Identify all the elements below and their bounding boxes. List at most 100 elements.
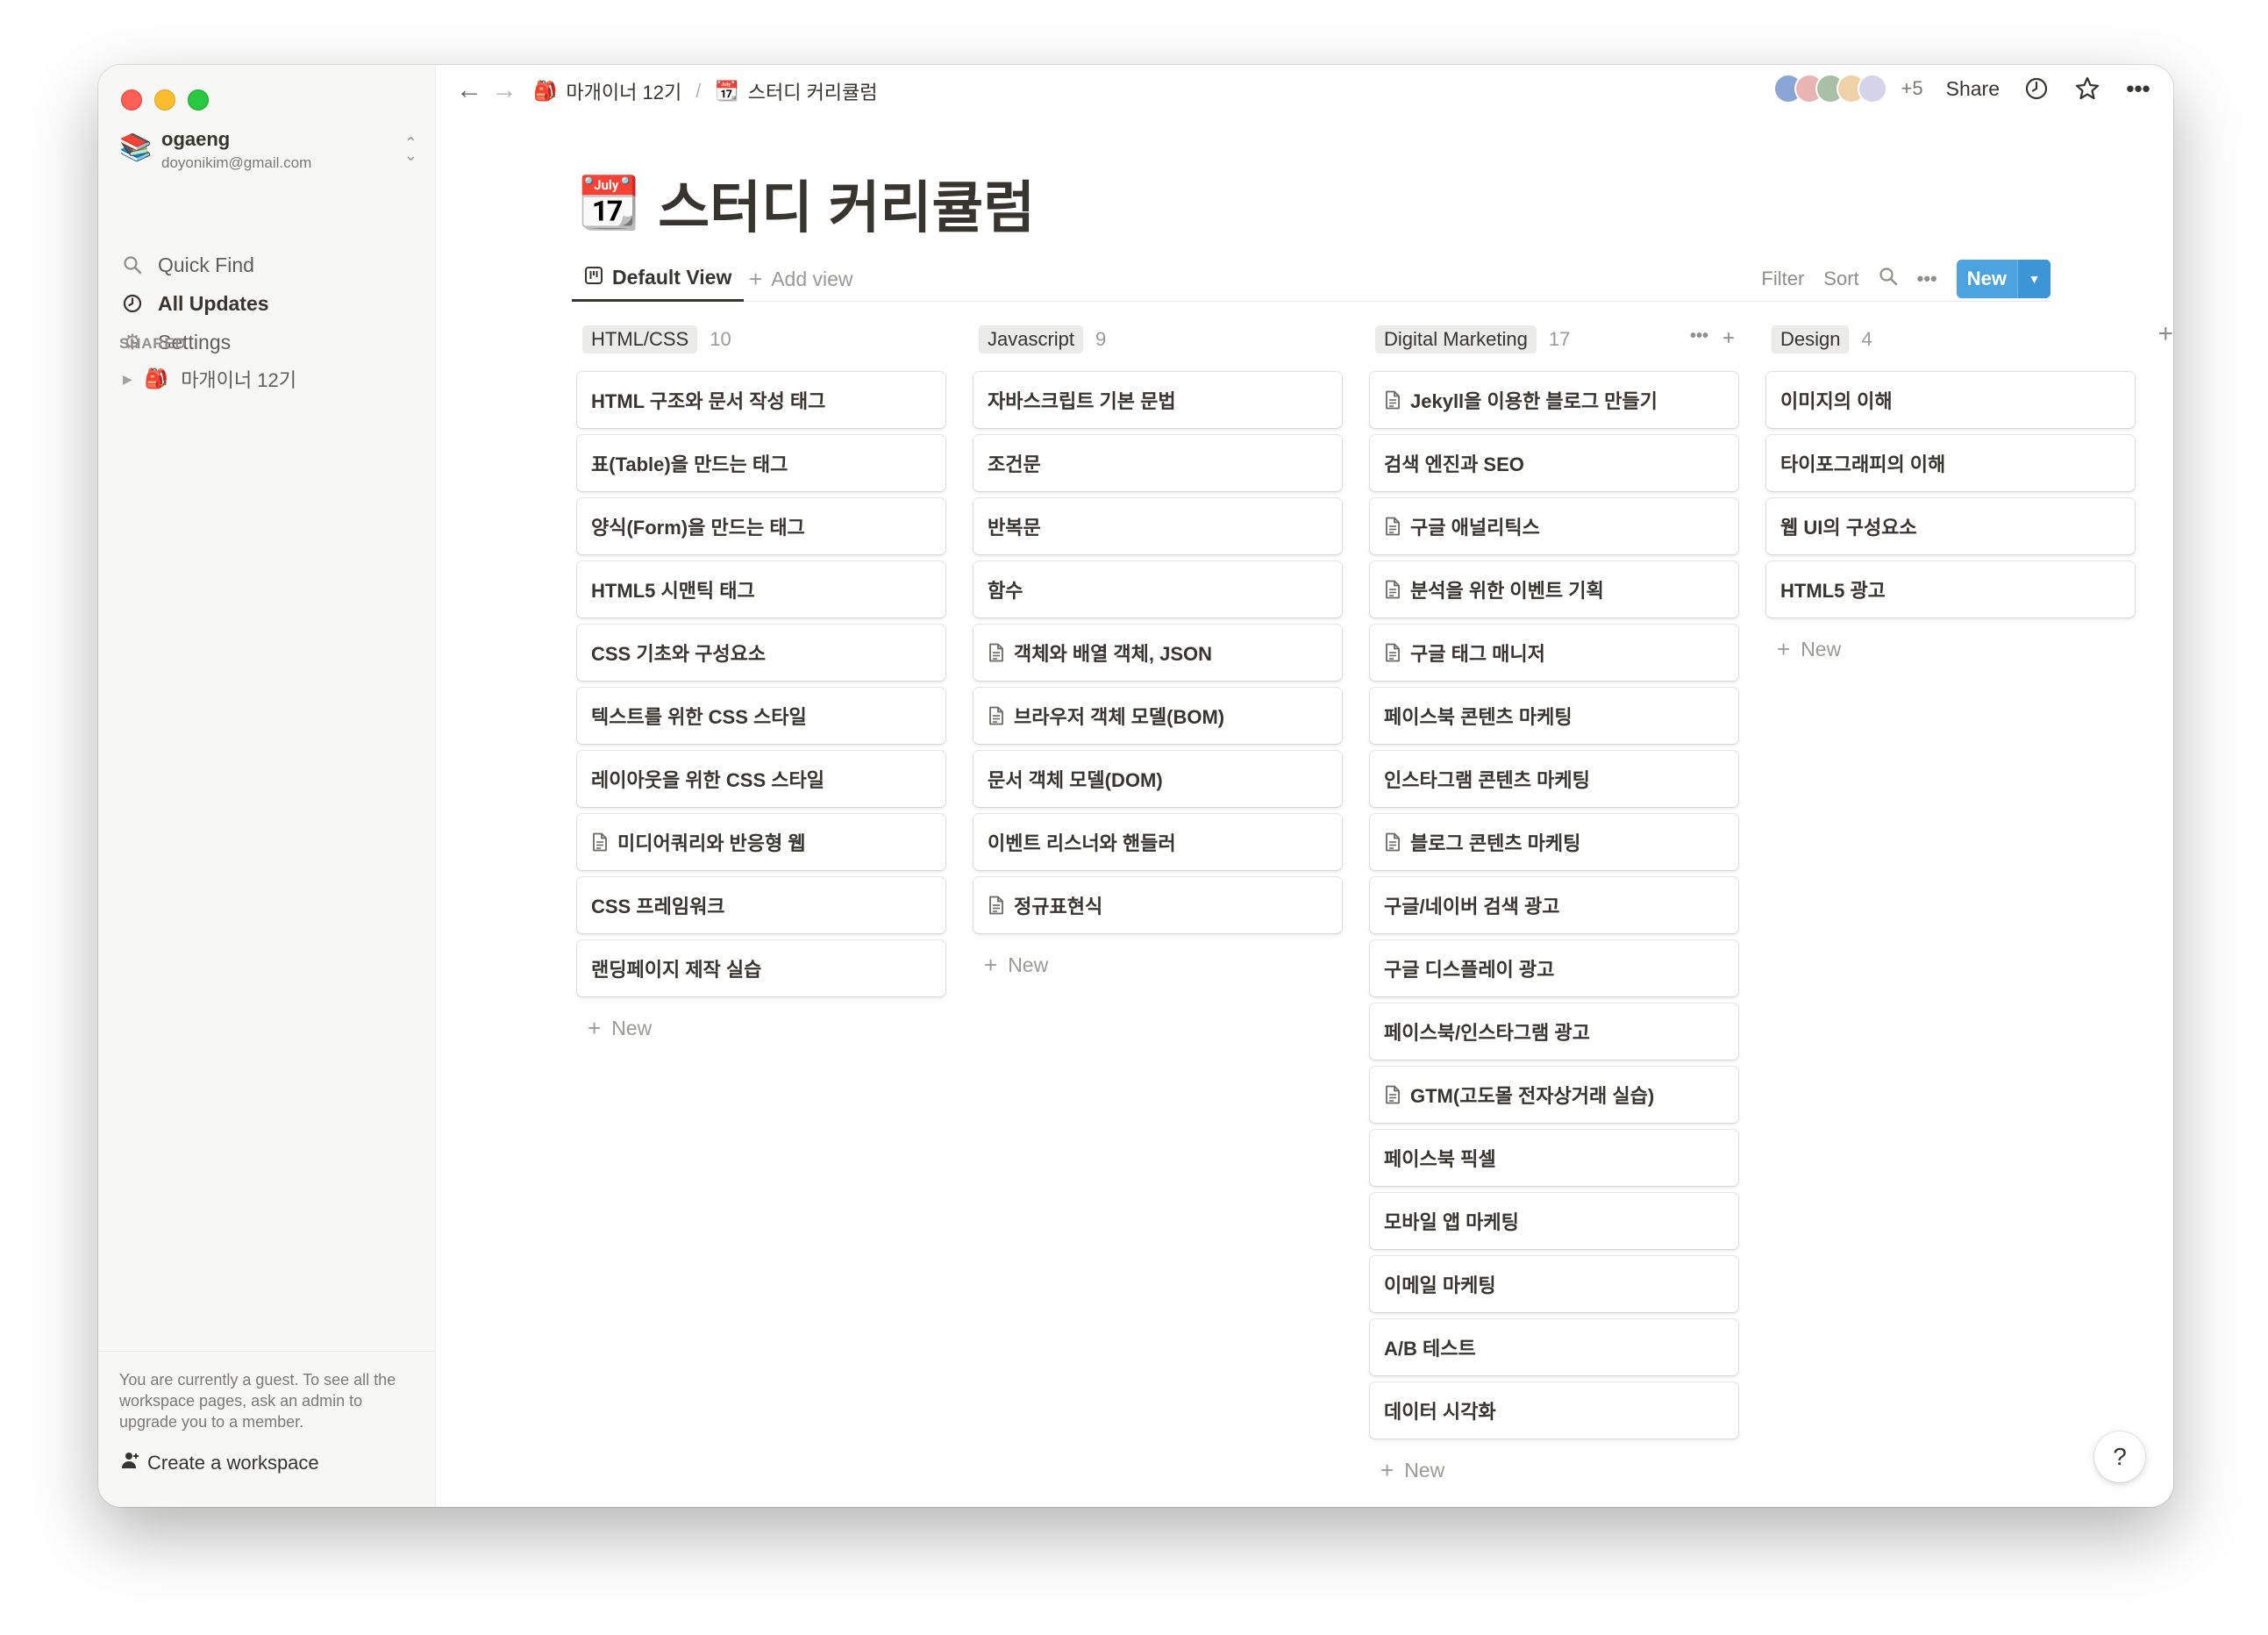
board-card[interactable]: 미디어쿼리와 반응형 웹 (577, 814, 945, 870)
column-name[interactable]: Digital Marketing (1375, 325, 1537, 353)
card-title: 브라우저 객체 모델(BOM) (1014, 706, 1225, 728)
board-card[interactable]: 페이스북 픽셀 (1370, 1130, 1738, 1186)
column-name[interactable]: HTML/CSS (582, 325, 698, 353)
board-card[interactable]: 모바일 앱 마케팅 (1370, 1193, 1738, 1249)
board-card[interactable]: HTML5 광고 (1766, 561, 2135, 618)
board-card[interactable]: 데이터 시각화 (1370, 1382, 1738, 1439)
board-card[interactable]: 웹 UI의 구성요소 (1766, 498, 2135, 554)
add-card-label: New (1801, 637, 1842, 660)
avatar-stack[interactable] (1772, 74, 1887, 104)
board-card[interactable]: 반복문 (974, 498, 1342, 554)
more-members-count[interactable]: +5 (1901, 77, 1923, 100)
more-icon[interactable]: ••• (1690, 326, 1708, 351)
board-card[interactable]: 페이스북/인스타그램 광고 (1370, 1003, 1738, 1060)
sidebar-item-all-updates[interactable]: All Updates (121, 288, 269, 319)
chevron-updown-icon[interactable]: ⌃ ⌄ (404, 135, 417, 163)
board-card[interactable]: 인스타그램 콘텐츠 마케팅 (1370, 751, 1738, 807)
history-icon[interactable] (2022, 75, 2050, 103)
board-card[interactable]: 양식(Form)을 만드는 태그 (577, 498, 945, 554)
board-card[interactable]: 구글 애널리틱스 (1370, 498, 1738, 554)
expand-triangle-icon[interactable]: ▶ (123, 372, 132, 387)
board-card[interactable]: 분석을 위한 이벤트 기획 (1370, 561, 1738, 618)
more-icon[interactable]: ••• (1917, 268, 1937, 290)
card-title: 이미지의 이해 (1780, 390, 1893, 412)
breadcrumb-item-workspace[interactable]: 마개이너 12기 (566, 77, 681, 105)
board-card[interactable]: 레이아웃을 위한 CSS 스타일 (577, 751, 945, 807)
board-card[interactable]: 텍스트를 위한 CSS 스타일 (577, 688, 945, 744)
add-card-button[interactable]: + New (974, 940, 1342, 989)
board-card[interactable]: 이미지의 이해 (1766, 372, 2135, 428)
maximize-window-button[interactable] (188, 89, 209, 111)
board-card[interactable]: HTML 구조와 문서 작성 태그 (577, 372, 945, 428)
card-title: 이벤트 리스너와 핸들러 (988, 832, 1176, 854)
add-card-button[interactable]: + New (577, 1003, 945, 1053)
sidebar-item-quick-find[interactable]: Quick Find (121, 249, 254, 281)
board-card[interactable]: CSS 프레임워크 (577, 877, 945, 933)
search-icon[interactable] (1879, 267, 1898, 291)
board-card[interactable]: 객체와 배열 객체, JSON (974, 625, 1342, 681)
column-name[interactable]: Javascript (979, 325, 1084, 353)
board-card[interactable]: 정규표현식 (974, 877, 1342, 933)
board-card[interactable]: 이벤트 리스너와 핸들러 (974, 814, 1342, 870)
board-card[interactable]: 조건문 (974, 435, 1342, 491)
breadcrumb-item-page[interactable]: 스터디 커리큘럼 (748, 77, 878, 105)
page-title[interactable]: 스터디 커리큘럼 (658, 163, 1035, 244)
sidebar-item-shared-page[interactable]: ▶ 🎒 마개이너 12기 (123, 363, 296, 395)
card-title: 미디어쿼리와 반응형 웹 (617, 832, 806, 854)
add-card-label: New (1008, 953, 1049, 976)
board-card[interactable]: GTM(고도몰 전자상거래 실습) (1370, 1067, 1738, 1123)
card-title: 자바스크립트 기본 문법 (988, 390, 1176, 412)
forward-arrow-icon[interactable]: → (491, 75, 517, 105)
board-card[interactable]: 표(Table)을 만드는 태그 (577, 435, 945, 491)
board-card[interactable]: 구글 디스플레이 광고 (1370, 940, 1738, 996)
board-card[interactable]: A/B 테스트 (1370, 1319, 1738, 1375)
card-title: CSS 기초와 구성요소 (591, 643, 767, 665)
add-group-plus-icon[interactable]: + (2157, 319, 2173, 349)
calendar-icon[interactable]: 📆 (577, 173, 640, 234)
sort-button[interactable]: Sort (1823, 268, 1858, 290)
column-name[interactable]: Design (1772, 325, 1850, 353)
card-title: 페이스북/인스타그램 광고 (1384, 1022, 1590, 1044)
board-card[interactable]: 함수 (974, 561, 1342, 618)
workspace-switcher[interactable]: 📚 ogaeng doyonikim@gmail.com ⌃ ⌄ (119, 125, 417, 174)
board-card[interactable]: 문서 객체 모델(DOM) (974, 751, 1342, 807)
document-icon (591, 832, 609, 852)
card-title: 페이스북 픽셀 (1384, 1148, 1496, 1170)
new-button-label[interactable]: New (1956, 260, 2017, 298)
close-window-button[interactable] (121, 89, 142, 111)
traffic-lights (121, 89, 209, 111)
add-card-label: New (1404, 1458, 1445, 1481)
new-record-button[interactable]: New ▼ (1956, 260, 2050, 298)
guest-notice-text: You are currently a guest. To see all th… (119, 1371, 396, 1431)
add-view-button[interactable]: + Add view (749, 256, 853, 302)
board-card[interactable]: 랜딩페이지 제작 실습 (577, 940, 945, 996)
star-icon[interactable] (2073, 75, 2101, 103)
board-card[interactable]: 타이포그래피의 이해 (1766, 435, 2135, 491)
add-card-button[interactable]: + New (1766, 625, 2135, 674)
add-card-button[interactable]: + New (1370, 1446, 1738, 1495)
board-card[interactable]: HTML5 시맨틱 태그 (577, 561, 945, 618)
board-card[interactable]: Jekyll을 이용한 블로그 만들기 (1370, 372, 1738, 428)
board-card[interactable]: 자바스크립트 기본 문법 (974, 372, 1342, 428)
more-icon[interactable]: ••• (2124, 75, 2152, 103)
create-workspace-button[interactable]: Create a workspace (119, 1450, 415, 1476)
board-card[interactable]: 이메일 마케팅 (1370, 1256, 1738, 1312)
board-card[interactable]: 페이스북 콘텐츠 마케팅 (1370, 688, 1738, 744)
minimize-window-button[interactable] (154, 89, 175, 111)
board-card[interactable]: 브라우저 객체 모델(BOM) (974, 688, 1342, 744)
board-card[interactable]: 구글/네이버 검색 광고 (1370, 877, 1738, 933)
card-title: 함수 (988, 580, 1023, 602)
back-arrow-icon[interactable]: ← (456, 75, 482, 105)
board-card[interactable]: 구글 태그 매니저 (1370, 625, 1738, 681)
tab-default-view[interactable]: Default View (572, 256, 745, 302)
chevron-down-icon[interactable]: ▼ (2017, 260, 2050, 298)
share-button[interactable]: Share (1946, 77, 2000, 101)
board-card[interactable]: CSS 기초와 구성요소 (577, 625, 945, 681)
plus-icon[interactable]: + (1722, 326, 1735, 351)
board-card[interactable]: 검색 엔진과 SEO (1370, 435, 1738, 491)
card-title: 구글 디스플레이 광고 (1384, 959, 1555, 981)
card-title: A/B 테스트 (1384, 1338, 1476, 1360)
help-button[interactable]: ? (2094, 1432, 2145, 1482)
board-card[interactable]: 블로그 콘텐츠 마케팅 (1370, 814, 1738, 870)
filter-button[interactable]: Filter (1761, 268, 1804, 290)
